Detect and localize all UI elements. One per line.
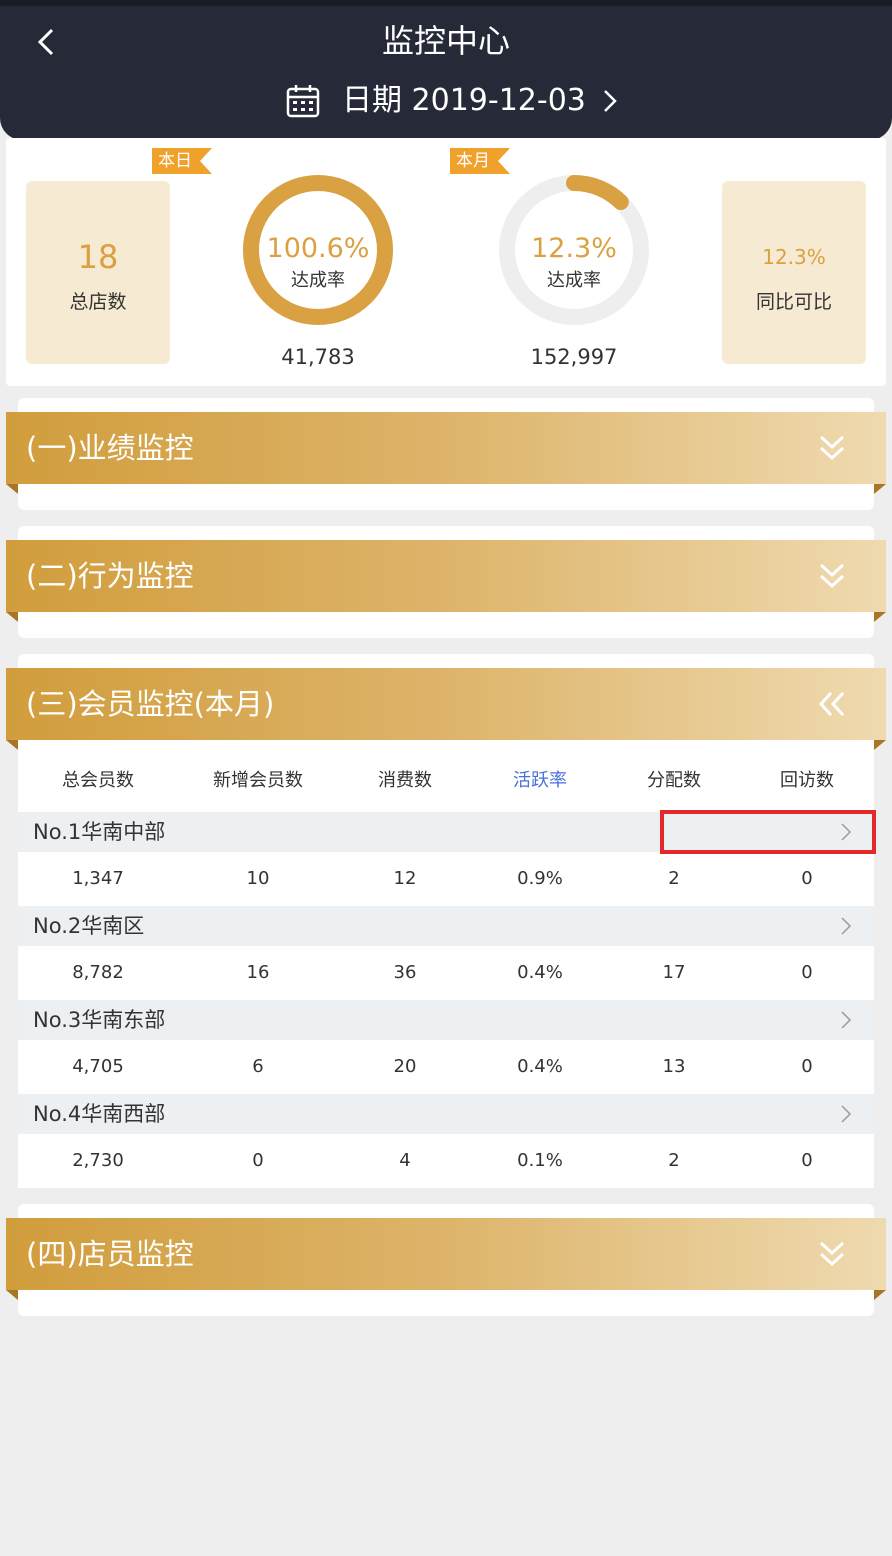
yoy-label: 同比可比 bbox=[755, 291, 832, 313]
column-header[interactable]: 新增会员数 bbox=[178, 752, 338, 812]
table-cell: 1,347 bbox=[72, 868, 124, 889]
table-cell: 20 bbox=[393, 1056, 417, 1077]
table-cell: 0 bbox=[801, 868, 813, 889]
page-title: 监控中心 bbox=[381, 22, 510, 60]
table-cell: 10 bbox=[246, 868, 270, 889]
table-row: 2,730 0 4 0.1% 2 0 bbox=[18, 1134, 874, 1188]
monthly-label: 达成率 bbox=[547, 270, 601, 291]
section-title: (四)店员监控 bbox=[26, 1237, 194, 1271]
table-cell: 36 bbox=[393, 962, 417, 983]
summary-card: 18 总店数 本日 100.6% 达成率 41,783 本月 12.3% 达成率… bbox=[6, 138, 886, 386]
daily-total: 41,783 bbox=[281, 345, 355, 369]
yoy-value: 12.3% bbox=[762, 245, 826, 269]
daily-percent: 100.6% bbox=[266, 233, 370, 264]
table-row: 1,347 10 12 0.9% 2 0 bbox=[18, 852, 874, 906]
table-row: 8,782 16 36 0.4% 17 0 bbox=[18, 946, 874, 1000]
table-cell: 13 bbox=[662, 1056, 686, 1077]
region-row[interactable]: No.3华南东部 bbox=[18, 1000, 874, 1040]
table-cell: 0 bbox=[252, 1150, 264, 1171]
table-cell: 12 bbox=[393, 868, 417, 889]
region-name: No.4华南西部 bbox=[33, 1102, 166, 1126]
calendar-icon bbox=[286, 85, 320, 118]
table-cell: 4,705 bbox=[72, 1056, 124, 1077]
monthly-total: 152,997 bbox=[530, 345, 618, 369]
behavior-section-header[interactable]: (二)行为监控 bbox=[6, 540, 886, 622]
column-header[interactable]: 消费数 bbox=[338, 752, 472, 812]
daily-achievement: 本日 100.6% 达成率 41,783 bbox=[152, 148, 398, 370]
daily-tag: 本日 bbox=[152, 148, 212, 174]
table-cell: 4 bbox=[399, 1150, 411, 1171]
double-chevron-down-icon[interactable] bbox=[816, 1238, 848, 1270]
double-chevron-left-icon[interactable] bbox=[816, 688, 848, 720]
performance-section-header[interactable]: (一)业绩监控 bbox=[6, 412, 886, 494]
chevron-right-icon[interactable] bbox=[600, 87, 620, 115]
section-title: (二)行为监控 bbox=[26, 559, 194, 593]
table-cell: 8,782 bbox=[72, 962, 124, 983]
column-header[interactable]: 总会员数 bbox=[18, 752, 178, 812]
region-name: No.2华南区 bbox=[33, 914, 145, 938]
section-title: (一)业绩监控 bbox=[26, 431, 194, 465]
column-header[interactable]: 分配数 bbox=[608, 752, 740, 812]
double-chevron-down-icon[interactable] bbox=[816, 432, 848, 464]
table-cell: 6 bbox=[252, 1056, 264, 1077]
column-header[interactable]: 回访数 bbox=[740, 752, 874, 812]
table-cell: 0.9% bbox=[517, 868, 563, 889]
table-cell: 0 bbox=[801, 1150, 813, 1171]
chevron-right-icon[interactable] bbox=[840, 1010, 852, 1030]
chevron-right-icon[interactable] bbox=[840, 916, 852, 936]
highlight-box bbox=[660, 810, 876, 854]
monthly-achievement: 本月 12.3% 达成率 152,997 bbox=[450, 148, 654, 370]
region-name: No.1华南中部 bbox=[33, 820, 166, 844]
date-selector[interactable]: 日期 2019-12-03 bbox=[286, 78, 620, 124]
table-cell: 16 bbox=[246, 962, 270, 983]
table-cell: 17 bbox=[662, 962, 686, 983]
table-row: 4,705 6 20 0.4% 13 0 bbox=[18, 1040, 874, 1094]
yoy-box: 12.3% 同比可比 bbox=[722, 181, 866, 364]
top-header: 监控中心 日期 2019-12-03 bbox=[0, 0, 892, 160]
date-label: 日期 2019-12-03 bbox=[342, 83, 586, 118]
monthly-percent: 12.3% bbox=[531, 233, 617, 264]
double-chevron-down-icon[interactable] bbox=[816, 560, 848, 592]
table-cell: 2 bbox=[668, 868, 680, 889]
region-name: No.3华南东部 bbox=[33, 1008, 166, 1032]
staff-section-header[interactable]: (四)店员监控 bbox=[6, 1218, 886, 1300]
store-count-value: 18 bbox=[77, 238, 119, 276]
member-section-header[interactable]: (三)会员监控(本月) bbox=[6, 668, 886, 750]
chevron-right-icon[interactable] bbox=[840, 1104, 852, 1124]
member-table-header: 总会员数 新增会员数 消费数 活跃率 分配数 回访数 bbox=[18, 752, 874, 812]
table-cell: 0.4% bbox=[517, 962, 563, 983]
region-row[interactable]: No.2华南区 bbox=[18, 906, 874, 946]
table-cell: 0 bbox=[801, 962, 813, 983]
table-cell: 2 bbox=[668, 1150, 680, 1171]
region-row[interactable]: No.4华南西部 bbox=[18, 1094, 874, 1134]
daily-label: 达成率 bbox=[291, 270, 345, 291]
store-count-box: 18 总店数 bbox=[26, 181, 170, 364]
column-header-active[interactable]: 活跃率 bbox=[472, 752, 608, 812]
table-cell: 0.1% bbox=[517, 1150, 563, 1171]
table-cell: 2,730 bbox=[72, 1150, 124, 1171]
store-count-label: 总店数 bbox=[69, 291, 127, 313]
section-title: (三)会员监控(本月) bbox=[26, 687, 275, 721]
table-cell: 0 bbox=[801, 1056, 813, 1077]
table-cell: 0.4% bbox=[517, 1056, 563, 1077]
